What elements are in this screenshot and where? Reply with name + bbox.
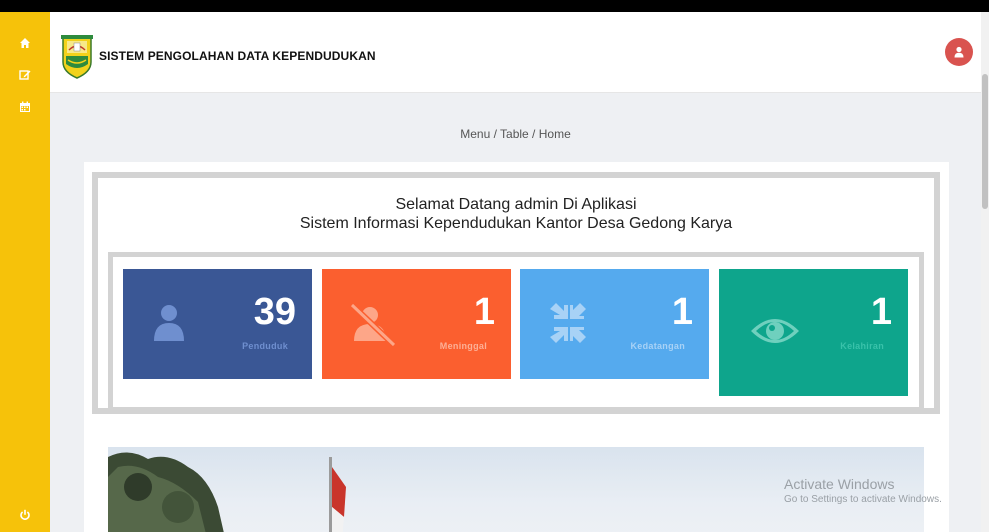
power-icon[interactable]: [16, 506, 34, 524]
stat-value: 39: [253, 291, 296, 333]
sidebar: [0, 12, 50, 532]
welcome-panel: Selamat Datang admin Di Aplikasi Sistem …: [92, 172, 940, 414]
eye-icon: [749, 305, 801, 357]
stat-label: Kelahiran: [840, 341, 884, 351]
user-menu-button[interactable]: [945, 38, 973, 66]
stat-value: 1: [671, 291, 693, 333]
watermark-subtitle: Go to Settings to activate Windows.: [784, 494, 942, 505]
stat-label: Penduduk: [242, 341, 288, 351]
watermark-title: Activate Windows: [784, 476, 895, 492]
user-slash-icon: [344, 297, 397, 349]
regency-logo: [60, 32, 94, 80]
breadcrumb: Menu / Table / Home: [460, 127, 571, 141]
home-icon[interactable]: [16, 34, 34, 52]
scrollbar-thumb[interactable]: [982, 74, 988, 209]
stat-label: Kedatangan: [630, 341, 685, 351]
welcome-text: Selamat Datang admin Di Aplikasi Sistem …: [98, 195, 934, 233]
app-screen: SISTEM PENGOLAHAN DATA KEPENDUDUKAN Menu…: [0, 12, 989, 532]
welcome-line-2: Sistem Informasi Kependudukan Kantor Des…: [299, 215, 733, 232]
compress-arrows-icon: [542, 297, 594, 349]
top-navbar: SISTEM PENGOLAHAN DATA KEPENDUDUKAN: [50, 12, 989, 93]
stats-panel: 39 Penduduk 1 Meninggal 1 Kedatangan 1 K…: [108, 252, 924, 412]
app-title: SISTEM PENGOLAHAN DATA KEPENDUDUKAN: [99, 49, 376, 63]
user-icon: [145, 297, 197, 349]
welcome-line-1: Selamat Datang admin Di Aplikasi: [395, 196, 637, 213]
edit-icon[interactable]: [16, 66, 34, 84]
stat-card-penduduk[interactable]: 39 Penduduk: [123, 269, 312, 379]
stat-value: 1: [870, 291, 892, 333]
stat-card-meninggal[interactable]: 1 Meninggal: [322, 269, 511, 379]
calendar-icon[interactable]: [16, 98, 34, 116]
user-icon: [954, 46, 964, 58]
stat-card-kelahiran[interactable]: 1 Kelahiran: [719, 269, 908, 396]
stat-card-kedatangan[interactable]: 1 Kedatangan: [520, 269, 709, 379]
stat-label: Meninggal: [439, 341, 487, 351]
windows-activation-watermark: Activate Windows Go to Settings to activ…: [784, 476, 942, 505]
page-scrollbar[interactable]: [981, 12, 989, 532]
stat-value: 1: [473, 291, 495, 333]
